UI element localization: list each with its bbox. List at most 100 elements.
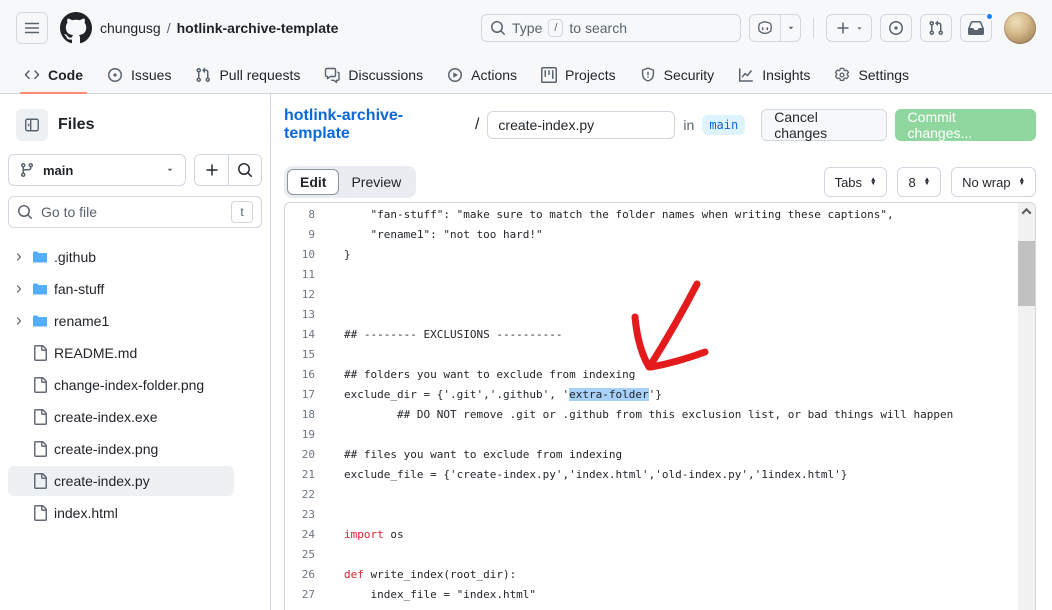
code-line[interactable] — [344, 285, 1035, 305]
code-line[interactable] — [344, 545, 1035, 565]
line-number[interactable]: 25 — [285, 545, 315, 565]
code-line[interactable]: def write_index(root_dir): — [344, 565, 1035, 585]
collapse-sidebar-button[interactable] — [16, 109, 48, 141]
user-avatar[interactable] — [1004, 12, 1036, 44]
branch-selector[interactable]: main — [8, 154, 186, 186]
code-segment: exclude_dir = {'.git','.github', ' — [344, 388, 569, 401]
code-line[interactable]: ## folders you want to exclude from inde… — [344, 365, 1035, 385]
github-logo[interactable] — [60, 12, 92, 44]
code-line[interactable] — [344, 305, 1035, 325]
code-line[interactable]: import os — [344, 525, 1035, 545]
new-file-button[interactable] — [195, 155, 228, 185]
cancel-changes-button[interactable]: Cancel changes — [761, 109, 886, 141]
tab-preview[interactable]: Preview — [339, 169, 413, 195]
line-number[interactable]: 16 — [285, 365, 315, 385]
code-line[interactable]: ## DO NOT remove .git or .github from th… — [344, 405, 1035, 425]
tree-item-file-selected[interactable]: create-index.py — [8, 466, 234, 496]
tree-item-file[interactable]: create-index.png — [8, 434, 234, 464]
search-files-button[interactable] — [228, 155, 261, 185]
create-new-button[interactable] — [826, 14, 872, 42]
breadcrumb-owner[interactable]: chungusg — [100, 20, 161, 36]
issues-button[interactable] — [880, 14, 912, 42]
tab-pull-requests[interactable]: Pull requests — [185, 56, 310, 93]
tab-issues[interactable]: Issues — [97, 56, 181, 93]
line-number[interactable]: 15 — [285, 345, 315, 365]
line-number[interactable]: 9 — [285, 225, 315, 245]
tab-insights[interactable]: Insights — [728, 56, 820, 93]
code-line[interactable]: } — [344, 245, 1035, 265]
project-icon — [541, 67, 557, 83]
line-number[interactable]: 27 — [285, 585, 315, 605]
tree-item-folder[interactable]: rename1 — [8, 306, 234, 336]
line-number[interactable]: 19 — [285, 425, 315, 445]
line-number[interactable]: 18 — [285, 405, 315, 425]
copilot-button[interactable] — [750, 15, 780, 41]
tree-item-file[interactable]: change-index-folder.png — [8, 370, 234, 400]
tree-item-file[interactable]: index.html — [8, 498, 234, 528]
breadcrumb-repo[interactable]: hotlink-archive-template — [177, 20, 339, 36]
line-number[interactable]: 28 — [285, 605, 315, 610]
global-search[interactable]: Type / to search — [481, 14, 741, 42]
tree-item-folder[interactable]: .github — [8, 242, 234, 272]
line-number[interactable]: 22 — [285, 485, 315, 505]
chevron-right-icon — [12, 251, 26, 263]
copilot-dropdown-button[interactable] — [780, 15, 800, 41]
line-number[interactable]: 12 — [285, 285, 315, 305]
wrap-mode-select[interactable]: No wrap ▲▼ — [951, 167, 1036, 197]
code-line[interactable]: ## -------- EXCLUSIONS ---------- — [344, 325, 1035, 345]
line-number[interactable]: 14 — [285, 325, 315, 345]
tree-item-file[interactable]: README.md — [8, 338, 234, 368]
repo-link[interactable]: hotlink-archive-template — [284, 107, 467, 143]
line-number[interactable]: 24 — [285, 525, 315, 545]
code-line[interactable]: f_template = '''<tr><td><a href="{name}"… — [344, 605, 1035, 610]
code-line[interactable] — [344, 345, 1035, 365]
line-number[interactable]: 11 — [285, 265, 315, 285]
indent-size-select[interactable]: 8 ▲▼ — [897, 167, 941, 197]
line-number[interactable]: 8 — [285, 205, 315, 225]
code-editor[interactable]: 8910111213141516171819202122232425262728… — [284, 202, 1036, 610]
line-number[interactable]: 10 — [285, 245, 315, 265]
hamburger-menu-button[interactable] — [16, 12, 48, 44]
code-line[interactable] — [344, 485, 1035, 505]
indent-mode-select[interactable]: Tabs ▲▼ — [824, 167, 888, 197]
scrollbar-thumb[interactable] — [1018, 241, 1035, 306]
line-number[interactable]: 13 — [285, 305, 315, 325]
tab-edit[interactable]: Edit — [287, 169, 339, 195]
tab-settings[interactable]: Settings — [824, 56, 919, 93]
code-line[interactable]: "fan-stuff": "make sure to match the fol… — [344, 205, 1035, 225]
go-to-file-kbd: t — [231, 201, 253, 223]
go-to-file-input[interactable]: Go to file t — [8, 196, 262, 228]
issue-opened-icon — [888, 20, 904, 36]
shield-icon — [640, 67, 656, 83]
tree-item-folder[interactable]: fan-stuff — [8, 274, 234, 304]
line-number[interactable]: 20 — [285, 445, 315, 465]
tab-actions[interactable]: Actions — [437, 56, 527, 93]
code-line[interactable]: "rename1": "not too hard!" — [344, 225, 1035, 245]
code-line[interactable] — [344, 505, 1035, 525]
code-line[interactable]: ## files you want to exclude from indexi… — [344, 445, 1035, 465]
code-line[interactable]: exclude_file = {'create-index.py','index… — [344, 465, 1035, 485]
line-number[interactable]: 26 — [285, 565, 315, 585]
editor-content[interactable]: "fan-stuff": "make sure to match the fol… — [331, 203, 1035, 610]
line-number[interactable]: 17 — [285, 385, 315, 405]
editor-scrollbar[interactable] — [1018, 203, 1035, 610]
folder-icon — [32, 281, 48, 297]
line-number[interactable]: 23 — [285, 505, 315, 525]
code-line[interactable] — [344, 425, 1035, 445]
commit-changes-button[interactable]: Commit changes... — [895, 109, 1036, 141]
tab-projects[interactable]: Projects — [531, 56, 626, 93]
code-line[interactable]: exclude_dir = {'.git','.github', 'extra-… — [344, 385, 1035, 405]
tree-item-file[interactable]: create-index.exe — [8, 402, 234, 432]
tab-security[interactable]: Security — [630, 56, 725, 93]
git-pull-request-icon — [195, 67, 211, 83]
filename-input[interactable] — [487, 111, 675, 139]
code-line[interactable]: index_file = "index.html" — [344, 585, 1035, 605]
code-line[interactable] — [344, 265, 1035, 285]
line-number[interactable]: 21 — [285, 465, 315, 485]
tab-discussions[interactable]: Discussions — [314, 56, 433, 93]
tab-code[interactable]: Code — [14, 56, 93, 93]
scroll-up-arrow[interactable] — [1018, 203, 1035, 220]
tab-label: Security — [664, 67, 715, 83]
inbox-button[interactable] — [960, 14, 992, 42]
pull-requests-button[interactable] — [920, 14, 952, 42]
